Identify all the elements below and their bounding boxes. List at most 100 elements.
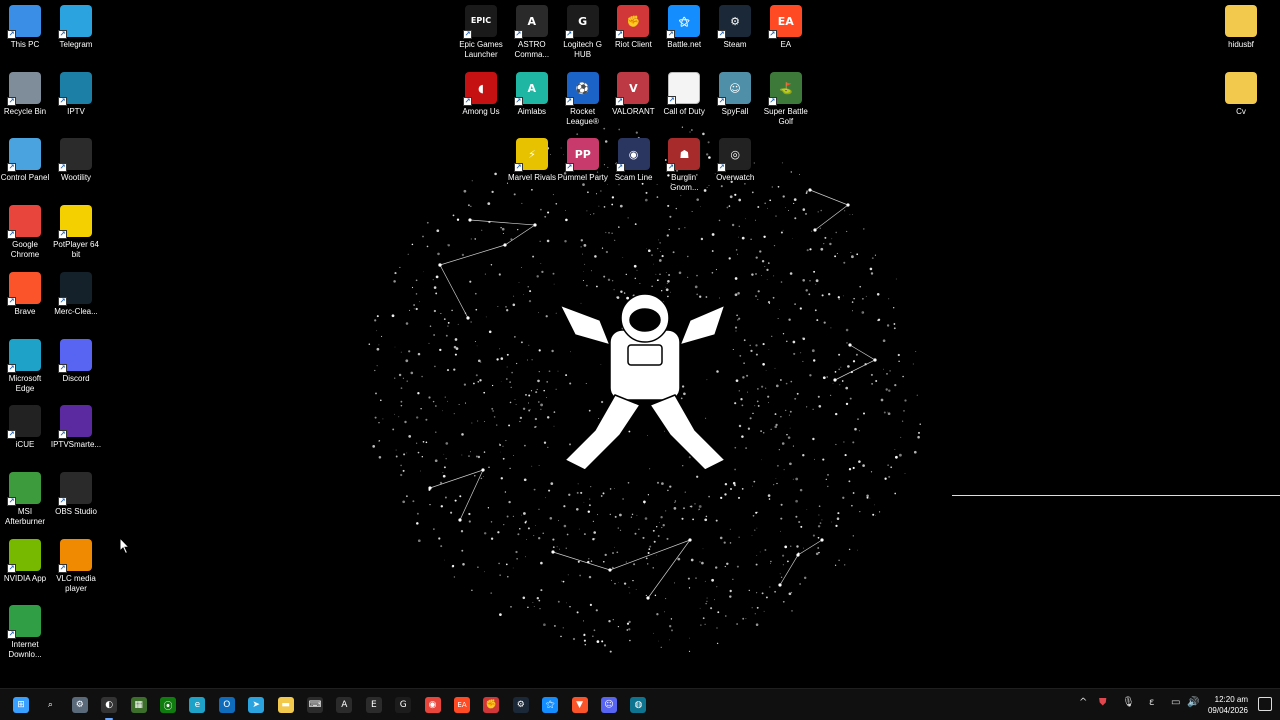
shortcut-arrow-icon: ↗ — [666, 163, 676, 172]
desktop-icon-valorant[interactable]: V ↗ VALORANT — [607, 72, 659, 117]
shortcut-arrow-icon: ↗ — [7, 96, 16, 106]
desktop-icon-chrome[interactable]: ↗ Google Chrome — [0, 205, 51, 260]
taskbar-edge[interactable]: e — [185, 693, 209, 717]
desktop-icon-telegram[interactable]: ↗ Telegram — [50, 5, 102, 50]
astro-a-icon: A — [336, 697, 353, 713]
desktop-icon-scam-line[interactable]: ◉ ↗ Scam Line — [608, 138, 660, 183]
tray-network-icon[interactable]: ▭ — [1171, 698, 1180, 708]
desktop-icon-discord[interactable]: ↗ Discord — [50, 338, 102, 384]
taskbar-gpu-app[interactable]: ▦ — [127, 693, 151, 717]
shortcut-arrow-icon: ↗ — [7, 163, 16, 173]
astro-command-icon: A ↗ — [513, 5, 548, 39]
desktop-icon-label: Control Panel — [0, 173, 50, 183]
desktop-icon-brave-lion[interactable]: ↗ Brave — [0, 271, 51, 317]
desktop-icon-epic-games[interactable]: EPIC ↗ Epic Games Launcher — [455, 5, 507, 60]
taskbar-riot[interactable]: ✊ — [479, 693, 503, 717]
desktop-icon-label: MSI Afterburner — [4, 506, 46, 526]
taskbar-brave[interactable]: ▼ — [568, 693, 592, 717]
desktop-icon-control-panel[interactable]: ↗ Control Panel — [0, 138, 51, 183]
desktop-icon-battlenet[interactable]: ⚝ ↗ Battle.net — [658, 5, 710, 50]
taskbar-logitech[interactable]: G — [391, 693, 415, 717]
desktop-icon-overwatch[interactable]: ◎ ↗ Overwatch — [709, 138, 761, 183]
desktop-icon-astro-command[interactable]: A ↗ ASTRO Comma... — [506, 5, 558, 60]
taskbar-battlenet[interactable]: ⚝ — [538, 693, 562, 717]
desktop-icon-wootility[interactable]: ↗ Wootility — [50, 138, 102, 183]
taskbar-file-explorer[interactable]: ▬ — [274, 693, 298, 717]
desktop-icon-label: Scam Line — [614, 173, 653, 182]
taskbar-discord[interactable]: ☺ — [597, 693, 621, 717]
desktop-icon-iptv-smarters[interactable]: ↗ IPTVSmarte... — [50, 405, 102, 450]
desktop-icon-edge[interactable]: ↗ Microsoft Edge — [0, 338, 51, 394]
taskbar-outlook[interactable]: O — [215, 693, 239, 717]
brave-lion-icon: ↗ — [7, 271, 41, 306]
outlook-icon: O — [218, 697, 235, 713]
taskbar-ea[interactable]: EA — [450, 693, 474, 717]
desktop-icon-steam[interactable]: ⚙ ↗ Steam — [709, 5, 761, 50]
ea-icon: EA ↗ — [767, 5, 802, 39]
desktop-icon-folder[interactable]: Cv — [1215, 72, 1267, 117]
desktop-icon-icue-power[interactable]: ↗ iCUE — [0, 405, 51, 450]
taskbar-clock[interactable]: 12:20 am 09/04/2026 — [1208, 694, 1248, 716]
desktop-icon-label: Telegram — [59, 40, 93, 49]
shortcut-arrow-icon: ↗ — [514, 163, 523, 172]
tray-shield-icon[interactable]: ⛊ — [1099, 698, 1107, 708]
tray-microphone-icon[interactable]: 🎙 — [1122, 698, 1135, 708]
search-button[interactable]: ⌕ — [38, 693, 62, 717]
taskbar-settings[interactable]: ⚙ — [68, 693, 92, 717]
gear-icon: ⚙ — [71, 697, 88, 713]
desktop-icon-recycle-bin[interactable]: ↗ Recycle Bin — [0, 71, 51, 117]
shortcut-arrow-icon: ↗ — [7, 296, 16, 306]
desktop-icon-ea[interactable]: EA ↗ EA — [760, 5, 812, 50]
desktop-icon-nvidia[interactable]: ↗ NVIDIA App — [0, 538, 51, 584]
keyboard-icon: ⌨ — [307, 697, 323, 713]
discord-icon: ↗ — [58, 338, 92, 373]
desktop-icon-label: Brave — [14, 306, 36, 316]
notification-center-icon[interactable] — [1258, 697, 1272, 711]
taskbar-epic-games[interactable]: E — [362, 693, 386, 717]
tray-chevron-icon[interactable]: ^ — [1079, 698, 1087, 708]
shortcut-arrow-icon: ↗ — [58, 230, 67, 240]
desktop-icon-merc-cleaner[interactable]: ↗ Merc-Clea... — [50, 271, 102, 317]
shortcut-arrow-icon: ↗ — [58, 96, 67, 106]
desktop-icon-label: Recycle Bin — [3, 106, 47, 116]
obs-icon: ↗ — [58, 471, 92, 506]
mouse-cursor-icon — [119, 536, 131, 560]
folder-icon — [1225, 72, 1257, 104]
desktop-icon-monitor[interactable]: ↗ This PC — [0, 5, 51, 50]
desktop-icon-download-manager[interactable]: ↗ Internet Downlo... — [0, 605, 51, 660]
start-button[interactable]: ⊞ — [9, 693, 33, 717]
desktop-icon-obs[interactable]: ↗ OBS Studio — [50, 471, 102, 517]
desktop-icon-vlc-cone[interactable]: ↗ VLC media player — [50, 538, 102, 594]
desktop-icon-golf[interactable]: ⛳ ↗ Super Battle Golf — [760, 72, 812, 127]
edge-icon: ↗ — [7, 338, 41, 373]
desktop-icon-spyfall[interactable]: ☺ ↗ SpyFall — [709, 72, 761, 117]
desktop-icon-marvel-rivals[interactable]: ⚡ ↗ Marvel Rivals — [506, 138, 558, 183]
iptv-icon: ↗ — [58, 71, 92, 106]
logitech-g-icon: G — [395, 697, 412, 713]
desktop-icon-burglin-gnomes[interactable]: ☗ ↗ Burglin' Gnom... — [658, 138, 710, 193]
taskbar-astro[interactable]: ◐ — [97, 693, 121, 720]
taskbar-astro-command[interactable]: A — [332, 693, 356, 717]
desktop-icon-afterburner[interactable]: ↗ MSI Afterburner — [0, 471, 51, 527]
taskbar-xbox[interactable]: ⦿ — [156, 693, 180, 717]
desktop-icon-among-us[interactable]: ◖ ↗ Among Us — [455, 72, 507, 117]
desktop-icon-riot-fist[interactable]: ✊ ↗ Riot Client — [607, 5, 659, 50]
desktop-icon-logitech-g[interactable]: G ↗ Logitech G HUB — [557, 5, 609, 60]
tray-volume-icon[interactable]: 🔊 — [1187, 698, 1199, 708]
desktop-icon-folder[interactable]: hidusbf — [1215, 5, 1267, 50]
tray-ime-indicator[interactable]: ε — [1149, 698, 1154, 708]
astro-icon: ◐ — [101, 697, 118, 713]
desktop-icon-rocket-league[interactable]: ⚽ ↗ Rocket League® — [557, 72, 609, 127]
taskbar-chrome[interactable]: ◉ — [421, 693, 445, 717]
taskbar-app-blue[interactable]: ◍ — [626, 693, 650, 717]
desktop-icon-label: EA — [780, 40, 792, 49]
taskbar-keyboard-app[interactable]: ⌨ — [303, 693, 327, 717]
desktop-icon-potplayer[interactable]: ↗ PotPlayer 64 bit — [50, 205, 102, 260]
desktop-icon-file[interactable]: ↗ Call of Duty — [658, 72, 710, 117]
taskbar-telegram[interactable]: ➤ — [244, 693, 268, 717]
taskbar-steam[interactable]: ⚙ — [509, 693, 533, 717]
desktop-icon-label: This PC — [10, 40, 40, 49]
desktop-icon-pummel-party[interactable]: PP ↗ Pummel Party — [557, 138, 609, 183]
desktop-icon-iptv[interactable]: ↗ IPTV — [50, 71, 102, 117]
desktop-icon-aimlabs[interactable]: A ↗ Aimlabs — [506, 72, 558, 117]
